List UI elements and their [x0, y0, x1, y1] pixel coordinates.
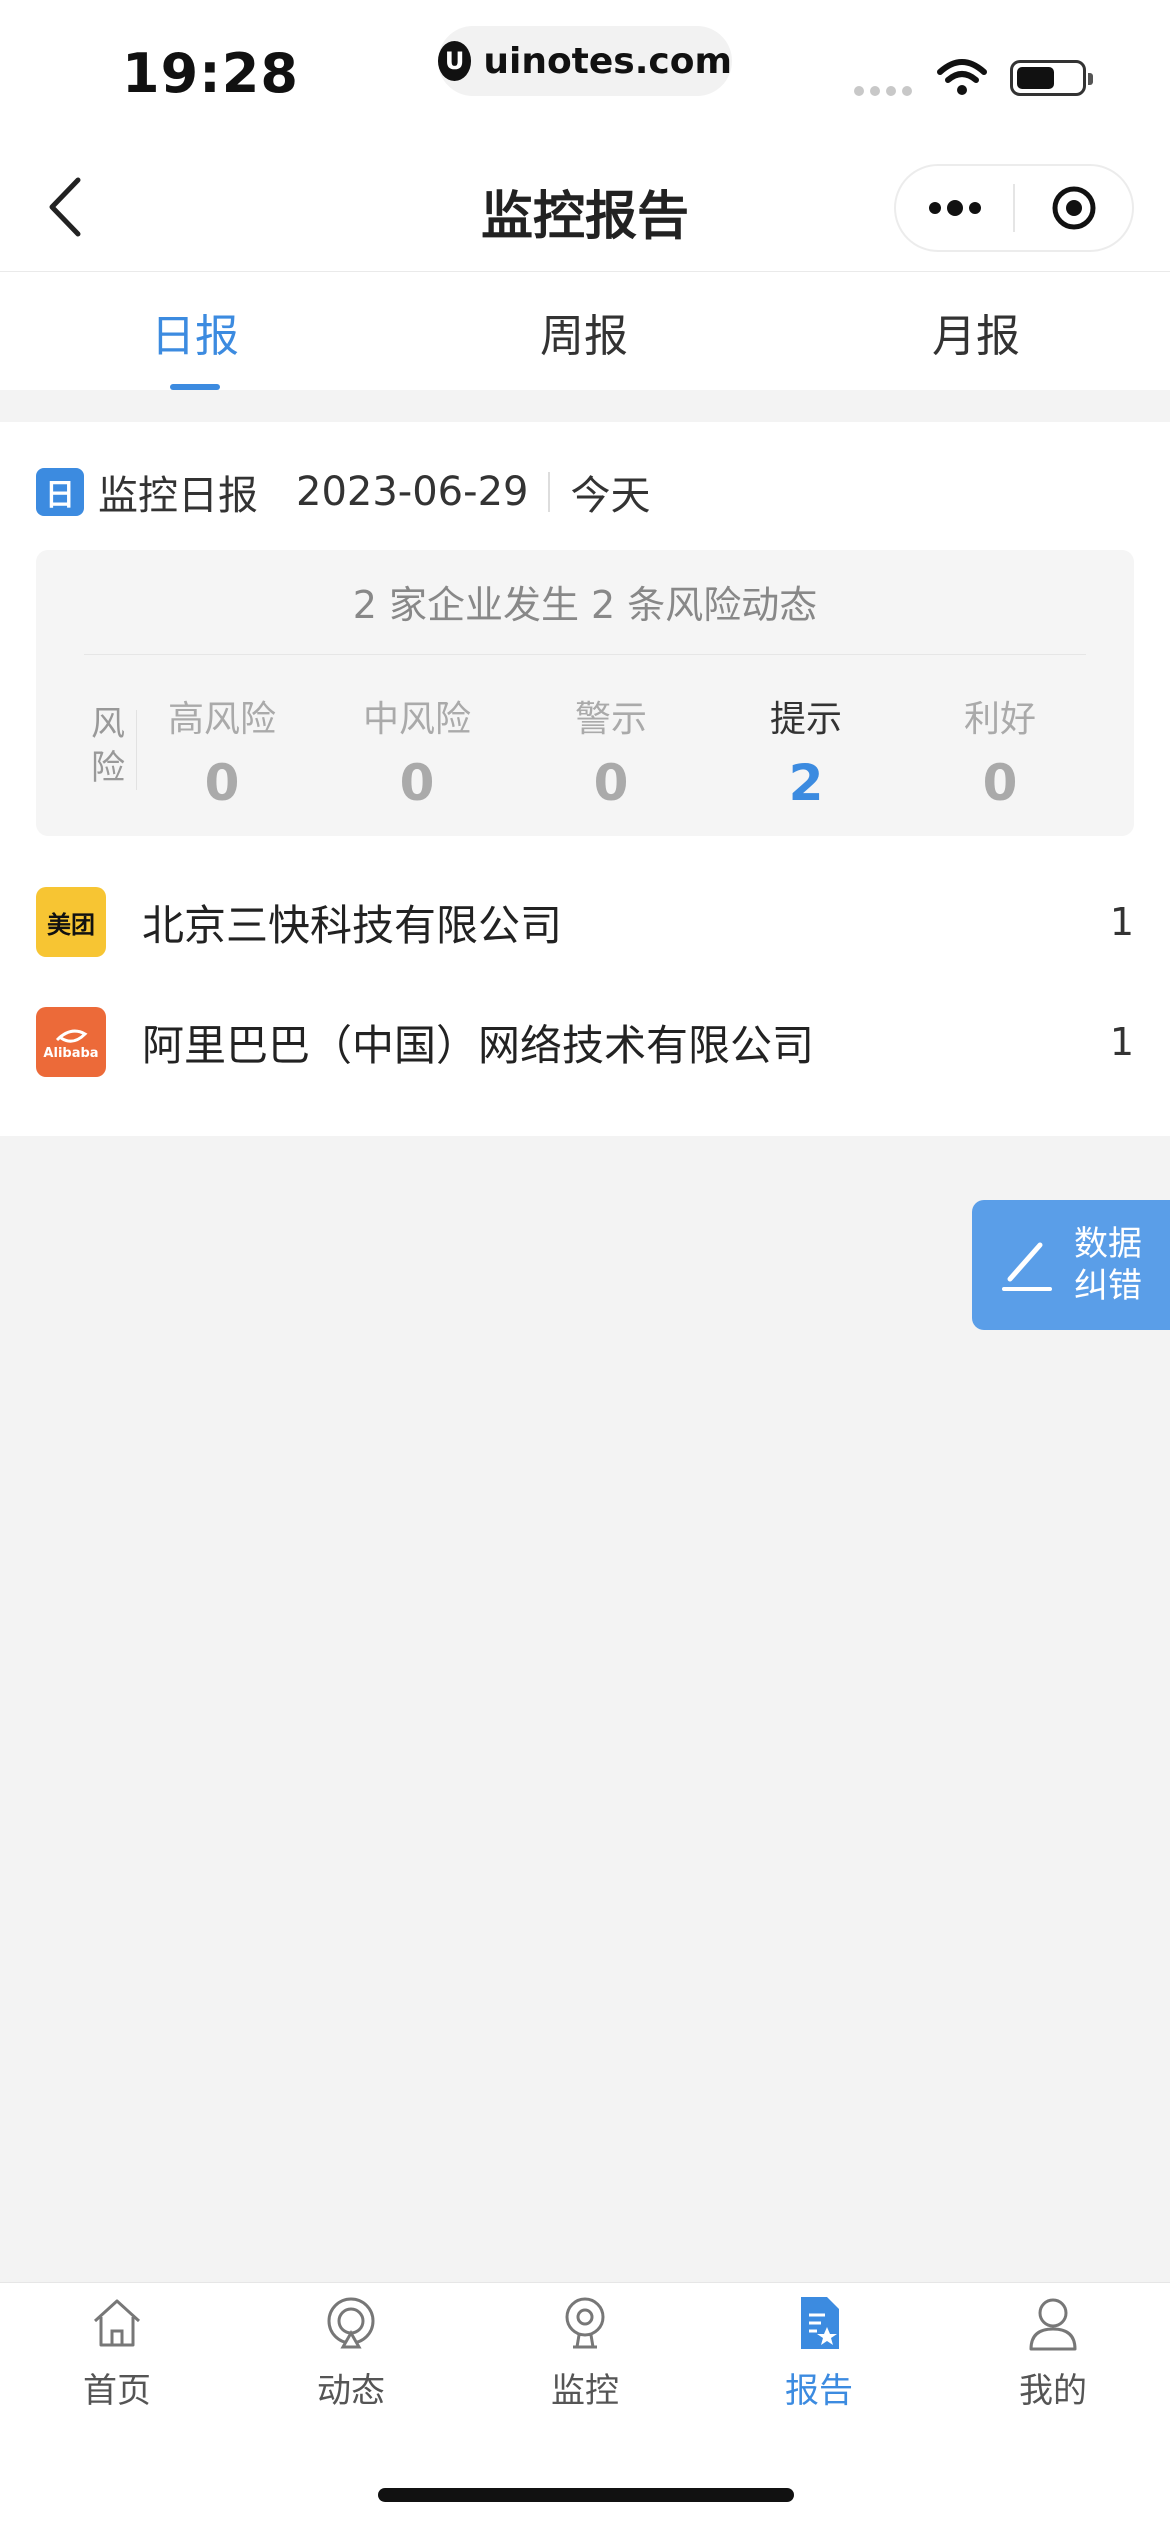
- tabbar-monitor[interactable]: 监控: [505, 2293, 665, 2412]
- mini-program-capsule: [894, 164, 1134, 252]
- risk-name: 警示: [574, 699, 647, 740]
- radar-icon: [327, 2297, 375, 2349]
- risk-medium[interactable]: 中风险 0: [337, 690, 497, 812]
- risk-label-divider: [136, 710, 137, 790]
- risk-name: 提示: [769, 699, 842, 740]
- company-name: 阿里巴巴（中国）网络技术有限公司: [142, 1020, 815, 1070]
- tab-active-indicator: [170, 384, 220, 390]
- risk-high[interactable]: 高风险 0: [142, 690, 302, 812]
- risk-summary-box: 2 家企业发生 2 条风险动态 风险 高风险 0 中风险 0 警示 0 提示 2…: [36, 550, 1134, 836]
- report-icon: [801, 2297, 839, 2349]
- navigation-bar: 监控报告: [0, 140, 1170, 272]
- wifi-icon: [937, 59, 987, 95]
- profile-icon: [1029, 2298, 1077, 2351]
- edit-pen-icon: [1002, 1242, 1052, 1291]
- alibaba-logo-text: Alibaba: [43, 1045, 99, 1061]
- url-text: uinotes.com: [483, 40, 732, 82]
- status-time: 19:28: [122, 42, 299, 105]
- tabbar-label: 报告: [785, 2371, 853, 2411]
- meituan-logo-icon: 美团: [36, 887, 106, 957]
- company-risk-count: 1: [1109, 1020, 1134, 1064]
- company-row[interactable]: Alibaba 阿里巴巴（中国）网络技术有限公司 1: [0, 992, 1170, 1092]
- risk-count: 0: [204, 754, 240, 812]
- camera-icon: [565, 2297, 605, 2349]
- close-target-icon[interactable]: [1015, 166, 1132, 250]
- risk-count: 0: [593, 754, 629, 812]
- risk-name: 利好: [963, 699, 1036, 740]
- company-row[interactable]: 美团 北京三快科技有限公司 1: [0, 872, 1170, 972]
- risk-summary-text: 2 家企业发生 2 条风险动态: [352, 583, 818, 627]
- report-relative-day: 今天: [570, 473, 651, 519]
- battery-icon: [1010, 60, 1093, 96]
- risk-warning[interactable]: 警示 0: [531, 690, 691, 812]
- tab-daily[interactable]: 日报: [95, 300, 295, 364]
- more-icon[interactable]: [896, 166, 1013, 250]
- report-title: 监控日报: [98, 473, 258, 519]
- tabbar-home[interactable]: 首页: [37, 2293, 197, 2412]
- risk-label: 风险: [91, 704, 125, 788]
- report-date: 2023-06-29: [296, 469, 529, 515]
- report-header: 日 监控日报 2023-06-29 今天: [36, 464, 650, 520]
- data-correction-button[interactable]: 数据纠错: [972, 1200, 1170, 1330]
- home-icon: [93, 2299, 141, 2347]
- url-pill: U uinotes.com: [438, 26, 732, 96]
- summary-divider: [84, 654, 1086, 655]
- risk-name: 中风险: [362, 699, 471, 740]
- daily-report-card: 日 监控日报 2023-06-29 今天 2 家企业发生 2 条风险动态 风险 …: [0, 422, 1170, 1136]
- risk-count: 2: [788, 754, 824, 812]
- company-name: 北京三快科技有限公司: [142, 900, 563, 950]
- risk-positive[interactable]: 利好 0: [920, 690, 1080, 812]
- alibaba-logo-icon: Alibaba: [36, 1007, 106, 1077]
- signal-icon: [854, 86, 912, 96]
- risk-notice[interactable]: 提示 2: [726, 690, 886, 812]
- tabbar-label: 首页: [83, 2371, 151, 2411]
- tab-monthly[interactable]: 月报: [876, 300, 1076, 364]
- header-separator: [548, 472, 551, 512]
- report-tabs: 日报 周报 月报: [0, 272, 1170, 390]
- site-logo-icon: U: [438, 41, 472, 81]
- data-correction-label: 数据纠错: [1074, 1224, 1142, 1306]
- tabbar-dynamics[interactable]: 动态: [271, 2293, 431, 2412]
- status-bar: 19:28 U uinotes.com: [0, 0, 1170, 140]
- risk-name: 高风险: [167, 699, 276, 740]
- calendar-day-icon: 日: [36, 468, 84, 516]
- company-risk-count: 1: [1109, 900, 1134, 944]
- home-indicator: [378, 2488, 794, 2502]
- tabbar-label: 动态: [317, 2371, 385, 2411]
- tab-weekly[interactable]: 周报: [484, 300, 684, 364]
- risk-count: 0: [399, 754, 435, 812]
- tabbar-label: 监控: [551, 2371, 619, 2411]
- tabbar-report[interactable]: 报告: [739, 2293, 899, 2412]
- tabbar-label: 我的: [1019, 2371, 1087, 2411]
- tabbar-profile[interactable]: 我的: [973, 2293, 1133, 2412]
- risk-count: 0: [982, 754, 1018, 812]
